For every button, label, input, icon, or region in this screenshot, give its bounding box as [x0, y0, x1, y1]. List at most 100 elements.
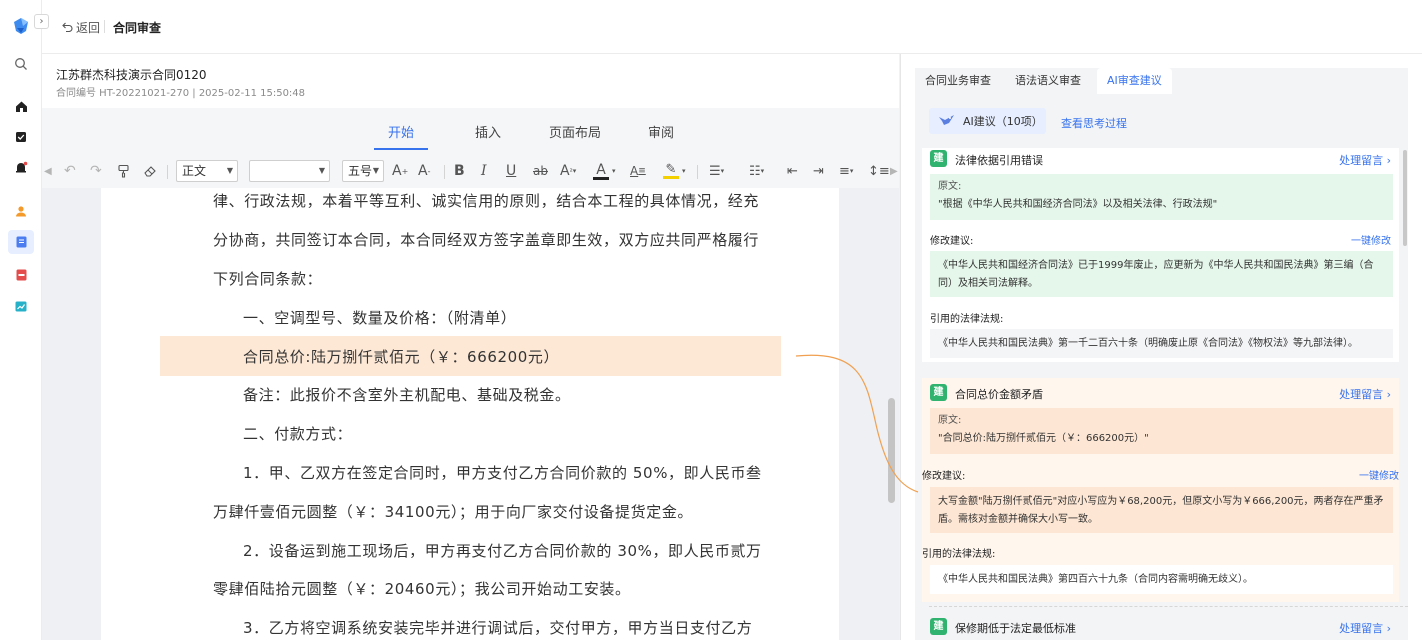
one-click-fix-link[interactable]: 一键修改 [1359, 467, 1399, 482]
suggestion-header: 建 保修期低于法定最低标准 处理留言 › [930, 616, 1391, 638]
tab-page-layout[interactable]: 页面布局 [549, 122, 601, 141]
top-header: 返回 合同审查 [42, 0, 1422, 54]
doc-paragraph: 万肆仟壹佰元圆整（￥：34100元）；用于向厂家交付设备提货定金。 [213, 503, 694, 521]
toolbar-divider [697, 165, 698, 179]
left-rail: › [0, 0, 49, 640]
handle-comment-link[interactable]: 处理留言 › [1339, 152, 1391, 168]
chevron-right-icon: › [1386, 154, 1391, 167]
toolbar-scroll-left-icon[interactable]: ◀ [44, 160, 52, 182]
tab-start[interactable]: 开始 [373, 122, 429, 150]
document-icon[interactable] [8, 230, 34, 254]
doc-paragraph: 一、空调型号、数量及价格：（附清单） [243, 309, 517, 327]
doc-paragraph: 2．设备运到施工现场后，甲方再支付乙方合同价款的 30%，即人民币贰万 [243, 542, 762, 560]
bold-icon[interactable]: B [454, 160, 465, 182]
highlight-color-icon[interactable]: ✎ [663, 160, 679, 182]
handle-comment-link[interactable]: 处理留言 › [1339, 620, 1391, 636]
chevron-right-icon: › [1386, 622, 1391, 635]
doc-paragraph: 下列合同条款： [213, 270, 323, 288]
suggestion-badge-icon: 建 [930, 618, 947, 635]
home-icon[interactable] [11, 96, 31, 116]
bell-icon[interactable] [11, 158, 31, 178]
increase-font-icon[interactable]: A + [392, 160, 408, 182]
document-scrollbar[interactable] [888, 398, 895, 503]
document-area: 江苏群杰科技演示合同0120 合同编号 HT-20221021-270 | 20… [42, 54, 899, 640]
doc-paragraph: 分协商，共同签订本合同，本合同经双方签字盖章即生效，双方应共同严格履行 [213, 231, 760, 249]
decrease-font-icon[interactable]: A- [418, 160, 430, 182]
numbered-list-icon[interactable]: ☷ ▾ [749, 160, 764, 182]
tab-ai-suggestions[interactable]: AI审查建议 [1097, 68, 1172, 94]
format-painter-icon[interactable] [117, 160, 131, 182]
doc-paragraph-highlighted: 合同总价:陆万捌仟贰佰元（￥：666200元） [243, 348, 560, 366]
redo-icon[interactable]: ↷ [90, 160, 102, 182]
eraser-icon[interactable] [143, 160, 157, 182]
tab-business-review[interactable]: 合同业务审查 [925, 68, 991, 94]
doc-paragraph: 1．甲、乙双方在签定合同时，甲方支付乙方合同价款的 50%，即人民币叁 [243, 464, 762, 482]
document-meta: 合同编号 HT-20221021-270 | 2025-02-11 15:50:… [56, 88, 306, 99]
logo-icon[interactable] [11, 16, 31, 36]
breadcrumb-current: 合同审查 [113, 21, 162, 35]
superscript-icon[interactable]: A ² ▾ [560, 160, 576, 182]
chevron-right-icon: › [1386, 388, 1391, 401]
italic-icon[interactable]: I [481, 160, 487, 182]
suggestion-card: 建 保修期低于法定最低标准 处理留言 › [922, 612, 1399, 640]
undo-icon[interactable]: ↶ [64, 160, 76, 182]
suggestion-list: AI建议（10项） 查看思考过程 建 法律依据引用错误 处理留言 › 原文: "… [915, 94, 1408, 640]
suggestion-label: 修改建议: [930, 236, 974, 247]
user-icon[interactable] [11, 201, 31, 221]
chart-icon[interactable] [11, 296, 31, 316]
chevron-down-icon[interactable]: ▾ [612, 160, 616, 182]
search-icon[interactable] [11, 54, 31, 74]
original-label: 原文: [938, 181, 962, 192]
handle-comment-link[interactable]: 处理留言 › [1339, 386, 1391, 402]
view-thinking-link[interactable]: 查看思考过程 [1061, 115, 1127, 131]
tab-insert[interactable]: 插入 [475, 122, 501, 141]
review-tabs: 合同业务审查 语法语义审查 AI审查建议 [915, 68, 1408, 94]
suggestion-card-active: 建 合同总价金额矛盾 处理留言 › 原文: "合同总价:陆万捌仟贰佰元（￥：66… [922, 378, 1399, 602]
suggestion-badge-icon: 建 [930, 150, 947, 167]
paragraph-style-select[interactable]: 正文 ▼ [176, 160, 238, 182]
suggestion-title: 法律依据引用错误 [955, 154, 1043, 167]
back-label: 返回 [76, 21, 101, 35]
underline-icon[interactable]: U [506, 160, 516, 182]
ai-chip-label: AI建议（10项） [963, 115, 1043, 128]
original-label: 原文: [938, 415, 962, 426]
suggestion-text: 大写金额"陆万捌仟贰佰元"对应小写应为￥68,200元，但原文小写为￥666,2… [930, 487, 1393, 533]
back-arrow-icon [62, 21, 73, 35]
law-label: 引用的法律法规: [922, 549, 996, 560]
font-color-icon[interactable]: A [593, 160, 609, 182]
suggestion-label: 修改建议: [922, 471, 966, 482]
bullet-list-icon[interactable]: ☰ ▾ [709, 160, 724, 182]
expand-rail-button[interactable]: › [34, 14, 49, 29]
panel-scrollbar[interactable] [1403, 150, 1407, 246]
chevron-down-icon: ▼ [372, 166, 379, 175]
document-title: 江苏群杰科技演示合同0120 [56, 68, 207, 82]
align-left-icon[interactable]: ≡ ▾ [839, 160, 853, 182]
character-spacing-icon[interactable]: A ≡ [630, 160, 646, 182]
toolbar-scroll-right-icon[interactable]: ▶ [890, 160, 898, 182]
chevron-down-icon: ▼ [318, 166, 325, 175]
tab-grammar-review[interactable]: 语法语义审查 [1015, 68, 1081, 94]
tab-review[interactable]: 审阅 [648, 122, 674, 141]
document-page[interactable]: 律、行政法规，本着平等互利、诚实信用的原则，结合本工程的具体情况，经充 分协商，… [101, 188, 839, 640]
font-size-select[interactable]: 五号 ▼ [342, 160, 384, 182]
original-text: "根据《中华人民共和国经济合同法》以及相关法律、行政法规" [938, 199, 1218, 210]
one-click-fix-link[interactable]: 一键修改 [1351, 232, 1391, 247]
original-text: "合同总价:陆万捌仟贰佰元（￥：666200元）" [938, 433, 1149, 444]
task-icon[interactable] [11, 127, 31, 147]
strikethrough-icon[interactable]: ab [533, 160, 548, 182]
document-canvas: 律、行政法规，本着平等互利、诚实信用的原则，结合本工程的具体情况，经充 分协商，… [42, 188, 899, 640]
outdent-icon[interactable]: ⇤ [787, 160, 798, 182]
ai-suggestion-count[interactable]: AI建议（10项） [929, 108, 1046, 134]
suggestion-header: 建 合同总价金额矛盾 处理留言 › [930, 382, 1391, 404]
chevron-down-icon: ▼ [226, 166, 233, 175]
toolbar-divider [167, 165, 168, 179]
card-divider [929, 606, 1408, 607]
back-button[interactable]: 返回 [62, 19, 100, 36]
doc-paragraph: 零肆佰陆拾元圆整（￥：20460元）；我公司开始动工安装。 [213, 580, 631, 598]
suggestion-header: 建 法律依据引用错误 处理留言 › [930, 148, 1391, 170]
indent-icon[interactable]: ⇥ [813, 160, 824, 182]
font-family-select[interactable]: ▼ [249, 160, 330, 182]
pdf-icon[interactable] [11, 265, 31, 285]
chevron-down-icon[interactable]: ▾ [682, 160, 686, 182]
doc-paragraph: 3．乙方将空调系统安装完毕并进行调试后，交付甲方，甲方当日支付乙方 [243, 619, 753, 637]
